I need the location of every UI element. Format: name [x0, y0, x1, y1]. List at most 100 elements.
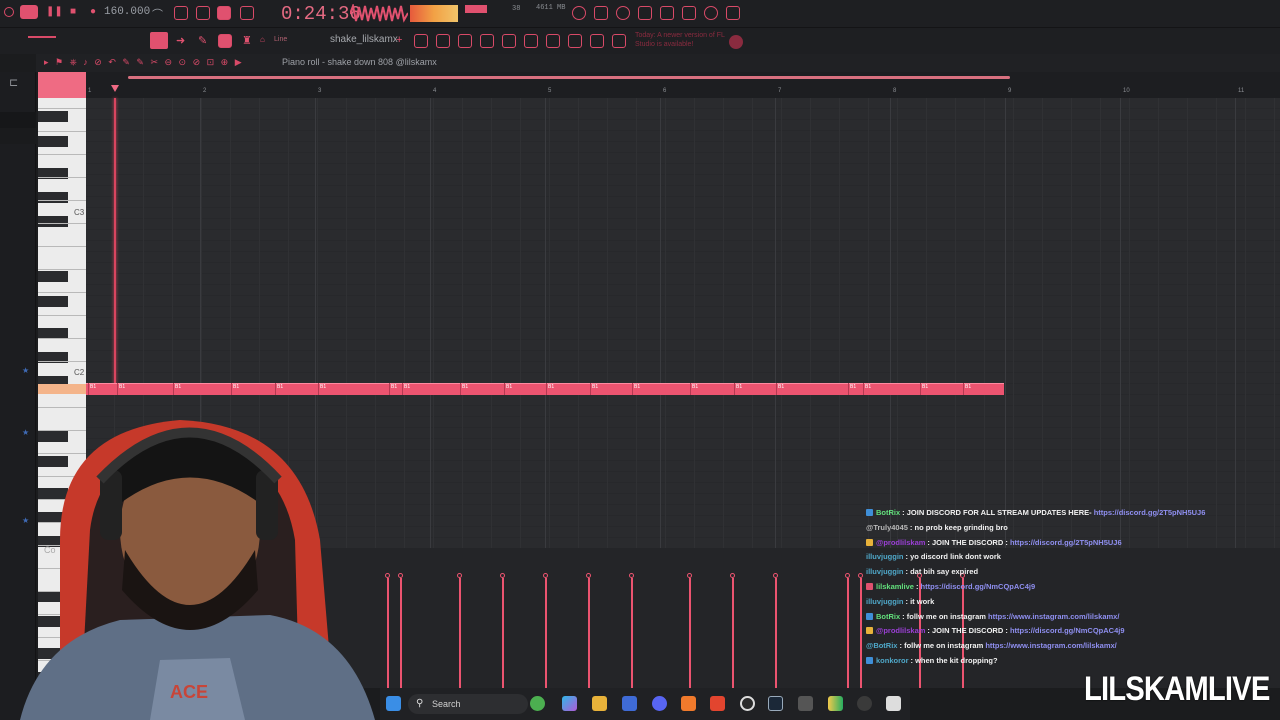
plugin-icon[interactable] [524, 34, 538, 48]
step-icon[interactable] [196, 6, 210, 20]
browser-row[interactable] [0, 112, 36, 128]
mixer-icon[interactable] [682, 6, 696, 20]
chat-username[interactable]: BotRix [876, 612, 900, 621]
mixer-view-icon[interactable] [480, 34, 494, 48]
folder-icon[interactable] [592, 696, 607, 711]
chat-username[interactable]: @prodlilskam [876, 626, 925, 635]
browser-icon[interactable] [502, 34, 516, 48]
piano-roll-mode-button[interactable] [150, 32, 168, 49]
velocity-bar[interactable] [631, 578, 633, 688]
color-icon[interactable] [828, 696, 843, 711]
velocity-bar[interactable] [400, 578, 402, 688]
velocity-handle[interactable] [385, 573, 390, 578]
record-mode-icon[interactable] [217, 6, 231, 20]
taskbar-search[interactable] [408, 694, 528, 714]
chat-link[interactable]: https://discord.gg/NmCQpAC4j9 [921, 582, 1036, 591]
black-key[interactable] [38, 296, 68, 307]
performance-icon[interactable] [590, 34, 604, 48]
pianoroll-icon[interactable] [436, 34, 450, 48]
snap-mode[interactable]: Line [274, 36, 287, 43]
chat-link[interactable]: https://discord.gg/NmCQpAC4j9 [1010, 626, 1125, 635]
chat-link[interactable]: https://discord.gg/2T5pNH5UJ6 [1094, 508, 1206, 517]
velocity-bar[interactable] [860, 578, 862, 688]
4k-icon[interactable] [857, 696, 872, 711]
help-icon[interactable] [638, 6, 652, 20]
app-icon[interactable] [798, 696, 813, 711]
note[interactable] [734, 383, 735, 395]
copilot-icon[interactable] [562, 696, 577, 711]
loop-icon[interactable] [174, 6, 188, 20]
pause-icon[interactable]: ❚❚ [46, 6, 63, 17]
velocity-handle[interactable] [773, 573, 778, 578]
obs-icon[interactable] [740, 696, 755, 711]
velocity-bar[interactable] [847, 578, 849, 688]
black-key[interactable] [38, 136, 68, 147]
refresh-icon[interactable] [572, 6, 586, 20]
note[interactable] [460, 383, 461, 395]
note[interactable] [632, 383, 633, 395]
pencil-icon[interactable]: ✎ [198, 34, 207, 47]
plant-icon[interactable] [530, 696, 545, 711]
metronome-icon[interactable]: ⌒ [152, 6, 163, 22]
plug-icon[interactable] [546, 34, 560, 48]
chat-link[interactable]: https://www.instagram.com/lilskamx/ [988, 612, 1119, 621]
velocity-bar[interactable] [545, 578, 547, 688]
snap-icon[interactable]: ⌂ [260, 35, 265, 44]
note[interactable] [504, 383, 505, 395]
folder-icon[interactable]: ⊏ [9, 76, 18, 89]
note[interactable] [546, 383, 547, 395]
velocity-bar[interactable] [732, 578, 734, 688]
blend-icon[interactable] [240, 6, 254, 20]
velocity-handle[interactable] [730, 573, 735, 578]
chat-username[interactable]: @Truly4045 [866, 523, 908, 532]
velocity-handle[interactable] [457, 573, 462, 578]
velocity-bar[interactable] [775, 578, 777, 688]
add-pattern-icon[interactable]: + [396, 34, 402, 46]
brave-icon[interactable] [710, 696, 725, 711]
arrow-icon[interactable]: ➜ [176, 34, 185, 47]
velocity-bar[interactable] [387, 578, 389, 688]
save-icon[interactable] [660, 6, 674, 20]
velocity-handle[interactable] [500, 573, 505, 578]
tempo-display[interactable]: 160.000 [104, 6, 150, 18]
song-mode-icon[interactable] [20, 5, 38, 19]
note[interactable] [963, 383, 964, 395]
note[interactable] [863, 383, 864, 395]
chat-link[interactable]: https://discord.gg/2T5pNH5UJ6 [1010, 538, 1122, 547]
horizontal-scrollbar[interactable] [128, 76, 1010, 79]
chat-username[interactable]: @prodlilskam [876, 538, 925, 547]
velocity-bar[interactable] [502, 578, 504, 688]
brush-icon[interactable] [218, 34, 232, 48]
note[interactable] [776, 383, 777, 395]
chat-icon[interactable] [704, 6, 718, 20]
velocity-handle[interactable] [858, 573, 863, 578]
black-key[interactable] [38, 111, 68, 122]
velocity-bar[interactable] [459, 578, 461, 688]
chat-username[interactable]: illuvjuggin [866, 567, 904, 576]
piano-roll-tools[interactable]: ▸ ⚑ ⎈ ♪ ⊘ ↶ ✎ ✎ ✂ ⊖ ⊙ ⊘ ⊡ ⊕ ▶ [44, 57, 244, 68]
chat-username[interactable]: illuvjuggin [866, 552, 904, 561]
note[interactable] [920, 383, 921, 395]
chat-username[interactable]: @BotRix [866, 641, 897, 650]
velocity-handle[interactable] [629, 573, 634, 578]
velocity-handle[interactable] [845, 573, 850, 578]
stop-icon[interactable]: ■ [70, 6, 76, 17]
fl-studio-icon[interactable] [681, 696, 696, 711]
tools-icon[interactable] [594, 6, 608, 20]
update-icon[interactable] [729, 35, 743, 49]
black-key[interactable] [38, 216, 68, 227]
tempo-tap-icon[interactable] [612, 34, 626, 48]
note[interactable] [848, 383, 849, 395]
black-key[interactable] [38, 271, 68, 282]
note[interactable] [389, 383, 390, 395]
store-icon[interactable] [622, 696, 637, 711]
mic-icon[interactable] [616, 6, 630, 20]
velocity-bar[interactable] [689, 578, 691, 688]
chat-username[interactable]: illuvjuggin [866, 597, 904, 606]
volume-slider[interactable] [28, 36, 56, 38]
velocity-handle[interactable] [398, 573, 403, 578]
note[interactable] [402, 383, 403, 395]
browser-row[interactable] [0, 128, 36, 144]
note[interactable] [690, 383, 691, 395]
chat-username[interactable]: konkoror [876, 656, 909, 665]
